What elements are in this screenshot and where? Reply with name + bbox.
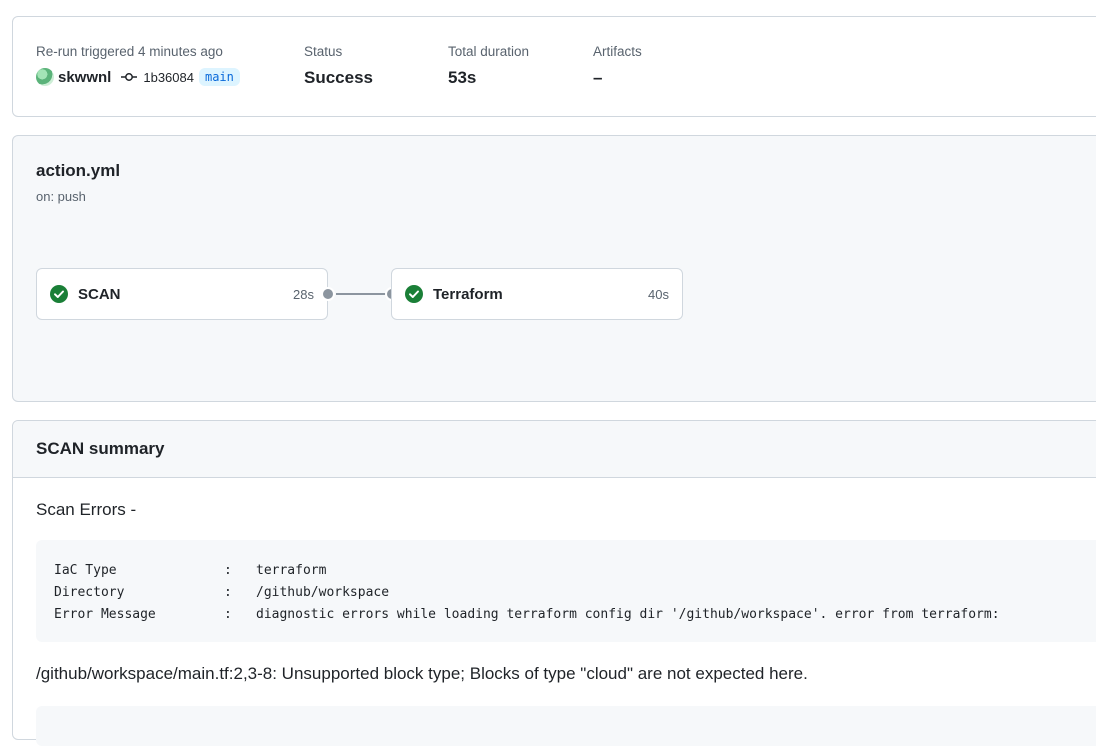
duration-value: 53s (448, 68, 477, 87)
status-value: Success (304, 68, 373, 87)
success-check-icon (405, 285, 423, 303)
error-key: IaC Type (54, 563, 117, 578)
job-duration: 28s (293, 286, 314, 302)
error-detail: /github/workspace/main.tf:2,3-8: Unsuppo… (36, 664, 808, 683)
artifacts-value: – (593, 68, 603, 87)
branch-badge[interactable]: main (198, 68, 240, 86)
status-column: Status Success (304, 44, 373, 88)
job-scan[interactable]: SCAN 28s (36, 268, 328, 320)
avatar[interactable] (36, 68, 54, 86)
artifacts-column: Artifacts – (593, 44, 642, 88)
duration-label: Total duration (448, 44, 530, 59)
actor-row: skwwnl 1b36084 main (36, 68, 240, 86)
error-row: Directory: /github/workspace (54, 582, 1096, 604)
job-duration: 40s (648, 286, 669, 302)
workflow-trigger: on: push (36, 189, 86, 204)
workflow-file-title[interactable]: action.yml (36, 161, 120, 181)
scan-summary-card: SCAN summary Scan Errors - IaC Type: terr… (12, 420, 1096, 746)
actor-link[interactable]: skwwnl (58, 69, 111, 86)
separator: : (224, 607, 232, 622)
trigger-label: Re-run triggered 4 minutes ago (36, 44, 223, 59)
commit-icon (121, 72, 138, 82)
job-terraform[interactable]: Terraform 40s (391, 268, 683, 320)
run-summary-card: Re-run triggered 4 minutes ago skwwnl 1b… (12, 16, 1096, 117)
separator: : (224, 585, 232, 600)
success-check-icon (50, 285, 68, 303)
code-block (36, 706, 1096, 746)
duration-column: Total duration 53s (448, 44, 529, 88)
job-name: SCAN (78, 285, 121, 303)
status-label: Status (304, 44, 343, 59)
trigger-column: Re-run triggered 4 minutes ago skwwnl 1b… (36, 44, 240, 86)
error-code-block: IaC Type: terraform Directory: /github/work… (36, 540, 1096, 642)
connector-dot-out (321, 287, 335, 301)
error-key: Directory (54, 585, 125, 600)
commit-sha-link[interactable]: 1b36084 (143, 70, 194, 85)
job-name: Terraform (433, 285, 503, 303)
error-row: Error Message: diagnostic errors while lo… (54, 604, 1096, 626)
scan-errors-heading: Scan Errors - (36, 500, 137, 519)
error-value: /github/workspace (256, 585, 390, 600)
artifacts-label: Artifacts (593, 44, 642, 59)
workflow-graph-card: action.yml on: push SCAN 28s Terraform 4… (12, 135, 1096, 402)
error-row: IaC Type: terraform (54, 560, 1096, 582)
scan-summary-title: SCAN summary (13, 421, 1096, 478)
error-value: diagnostic errors while loading terrafor… (256, 607, 1000, 622)
error-value: terraform (256, 563, 327, 578)
error-key: Error Message (54, 607, 156, 622)
separator: : (224, 563, 232, 578)
